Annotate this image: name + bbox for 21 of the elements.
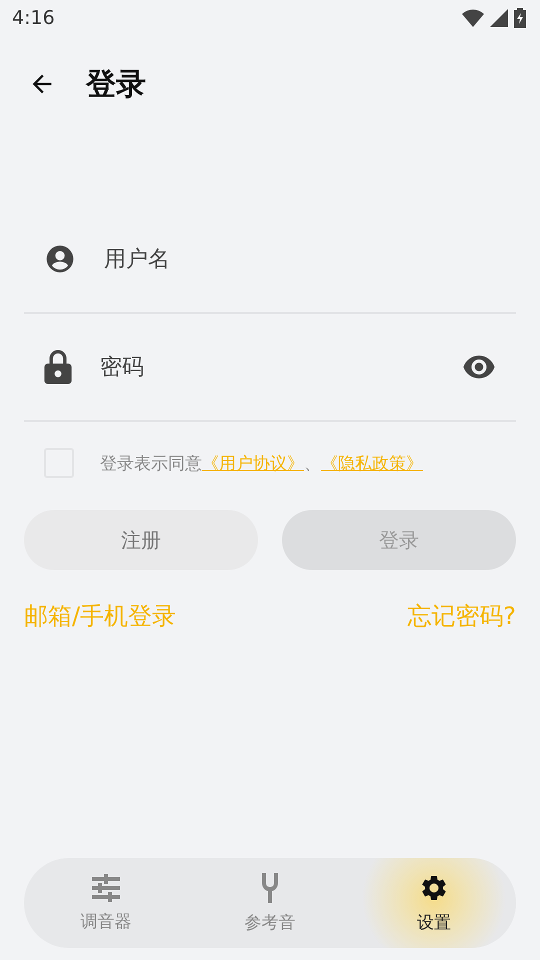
signal-icon [490, 9, 508, 27]
nav-tab[interactable]: 调音器 [24, 858, 188, 948]
nav-tab[interactable]: 参考音 [188, 858, 352, 948]
user-icon [44, 243, 76, 275]
register-button[interactable]: 注册 [24, 510, 258, 570]
username-field[interactable]: 用户名 [102, 246, 496, 272]
lock-icon [44, 350, 72, 384]
privacy-policy-link[interactable]: 《隐私政策》 [321, 454, 423, 474]
eye-icon [462, 355, 496, 379]
password-field[interactable]: 密码 [98, 354, 436, 380]
page-title: 登录 [86, 66, 146, 104]
battery-icon [514, 8, 526, 28]
agreement-text: 登录表示同意《用户协议》、《隐私政策》 [100, 452, 423, 474]
tuning-fork-icon [260, 872, 280, 902]
show-password-button[interactable] [462, 355, 496, 379]
user-agreement-link[interactable]: 《用户协议》 [202, 454, 304, 474]
forgot-password-link[interactable]: 忘记密码? [407, 600, 516, 632]
status-time: 4:16 [12, 7, 55, 29]
email-phone-login-link[interactable]: 邮箱/手机登录 [24, 600, 176, 632]
wifi-icon [462, 9, 484, 27]
sliders-icon [91, 874, 121, 902]
